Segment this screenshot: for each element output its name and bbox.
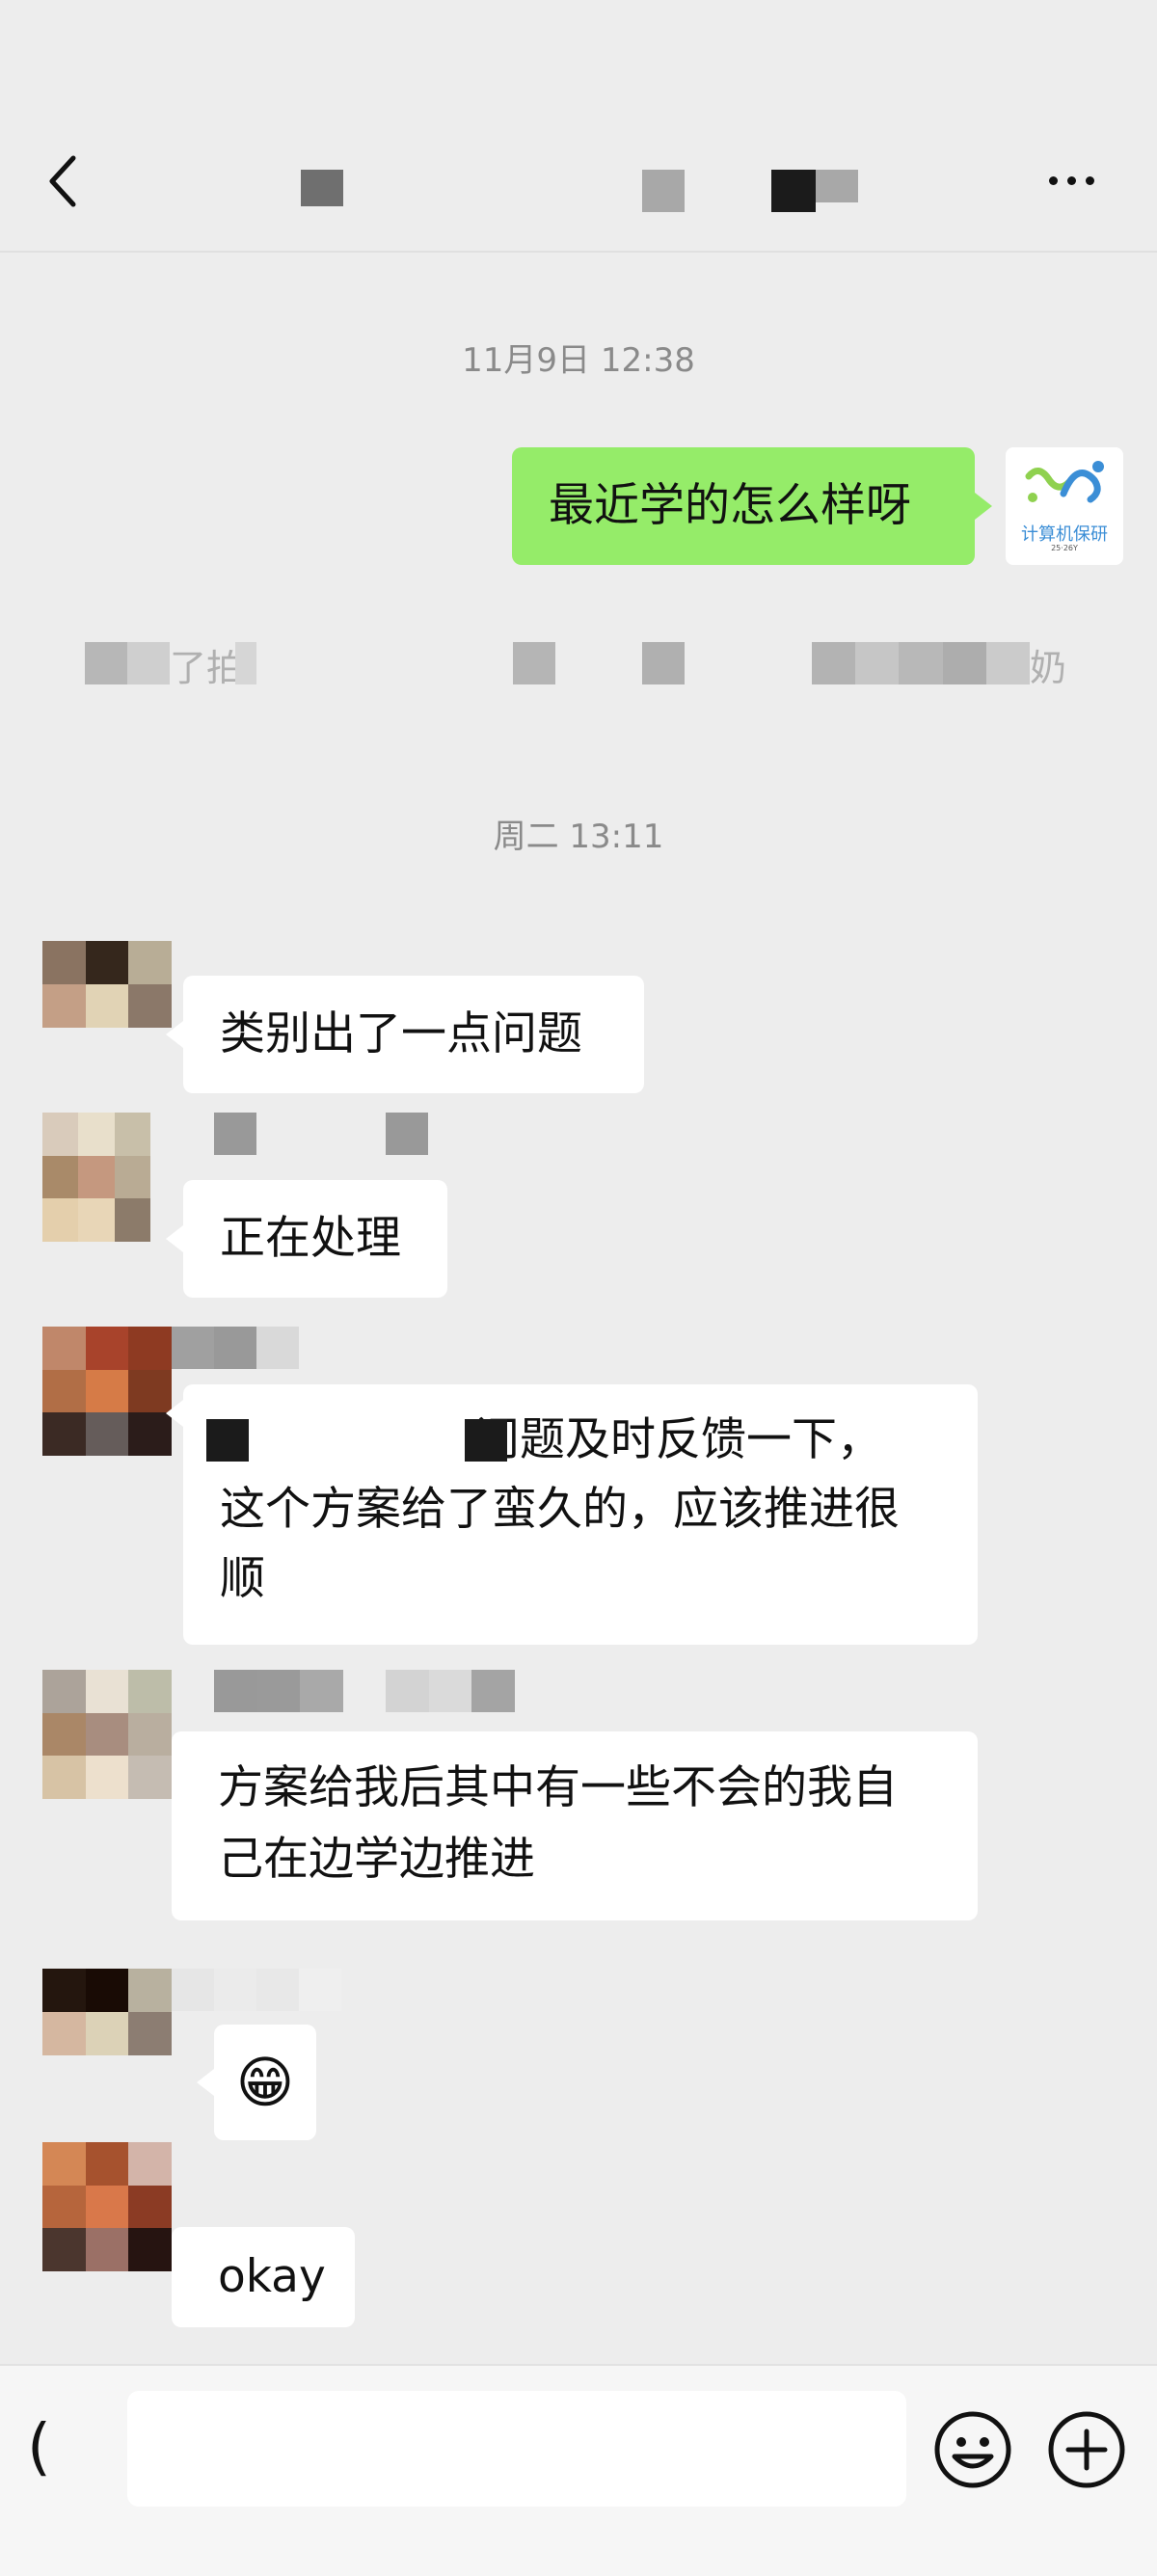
message-text: okay [218, 2250, 326, 2303]
my-avatar[interactable]: 计算机保研 25·26Y [1006, 447, 1123, 565]
bubble-tail [166, 1225, 183, 1252]
message-bubble-received[interactable]: 正在处理 [183, 1180, 447, 1298]
message-text: 正在处理 [220, 1212, 401, 1265]
system-notice-redacted-a [85, 642, 170, 684]
mention-redacted [465, 1419, 507, 1462]
message-line: 这个方案给了蛮久的，应该推进很 [220, 1483, 900, 1536]
bubble-tail [975, 493, 992, 520]
contact-avatar[interactable] [42, 1327, 172, 1456]
message-line: 顺 [220, 1552, 265, 1605]
sender-name-redacted [386, 1113, 428, 1155]
system-notice-redacted-d [642, 642, 685, 684]
mention-redacted [206, 1419, 249, 1462]
message-bubble-received[interactable]: 😁 [214, 2025, 316, 2140]
bubble-tail [197, 2069, 214, 2096]
system-notice-text-a: 了拍 [170, 647, 244, 689]
back-chevron-icon[interactable] [46, 154, 79, 208]
chat-title-redacted-4 [816, 170, 858, 202]
contact-avatar[interactable] [42, 941, 172, 1028]
message-bubble-sent[interactable]: 最近学的怎么样呀 [512, 447, 975, 565]
message-line: 方案给我后其中有一些不会的我自 [218, 1761, 898, 1814]
sender-name-redacted [172, 1327, 299, 1369]
bubble-tail [166, 1400, 183, 1427]
timestamp: 11月9日 12:38 [462, 341, 695, 380]
system-notice-redacted-b [235, 642, 256, 684]
logo-icon [1025, 461, 1104, 503]
avatar-subcaption: 25·26Y [1051, 544, 1078, 552]
message-bubble-received[interactable]: 方案给我后其中有一些不会的我自 己在边学边推进 [172, 1731, 978, 1920]
grin-emoji: 😁 [235, 2050, 295, 2115]
system-notice-redacted-e [812, 642, 1030, 684]
message-text: 最近学的怎么样呀 [549, 479, 911, 532]
message-input[interactable] [127, 2391, 906, 2507]
chat-title-redacted-1 [301, 170, 343, 206]
message-bubble-received[interactable]: 问题及时反馈一下， 这个方案给了蛮久的，应该推进很 顺 [183, 1384, 978, 1645]
message-line: 己在边学边推进 [218, 1833, 535, 1886]
timestamp: 周二 13:11 [493, 818, 664, 856]
emoji-face-icon[interactable] [933, 2410, 1012, 2493]
system-notice-redacted-c [513, 642, 555, 684]
chat-title-redacted-2 [642, 170, 685, 212]
sender-name-redacted [214, 1670, 343, 1712]
message-bubble-received[interactable]: 类别出了一点问题 [183, 976, 644, 1093]
system-notice-text-b: 奶 [1030, 647, 1067, 689]
chat-title-redacted-3 [771, 170, 816, 212]
voice-toggle-icon[interactable]: ( [27, 2412, 51, 2483]
contact-avatar[interactable] [42, 1113, 150, 1242]
message-line: 问题及时反馈一下， [474, 1413, 882, 1466]
more-dots-icon[interactable] [1049, 176, 1094, 185]
avatar-caption: 计算机保研 [1021, 524, 1108, 545]
message-bubble-received[interactable]: okay [172, 2227, 355, 2327]
contact-avatar[interactable] [42, 1670, 172, 1799]
sender-name-redacted [214, 1113, 256, 1155]
input-bar: ( [0, 2364, 1157, 2576]
message-text: 类别出了一点问题 [220, 1007, 582, 1060]
contact-avatar[interactable] [42, 2142, 172, 2271]
plus-circle-icon[interactable] [1047, 2410, 1126, 2493]
sender-name-redacted [172, 1969, 341, 2011]
sender-name-redacted [386, 1670, 515, 1712]
contact-avatar[interactable] [42, 1969, 172, 2055]
chat-header [0, 0, 1157, 253]
bubble-tail [166, 1021, 183, 1048]
